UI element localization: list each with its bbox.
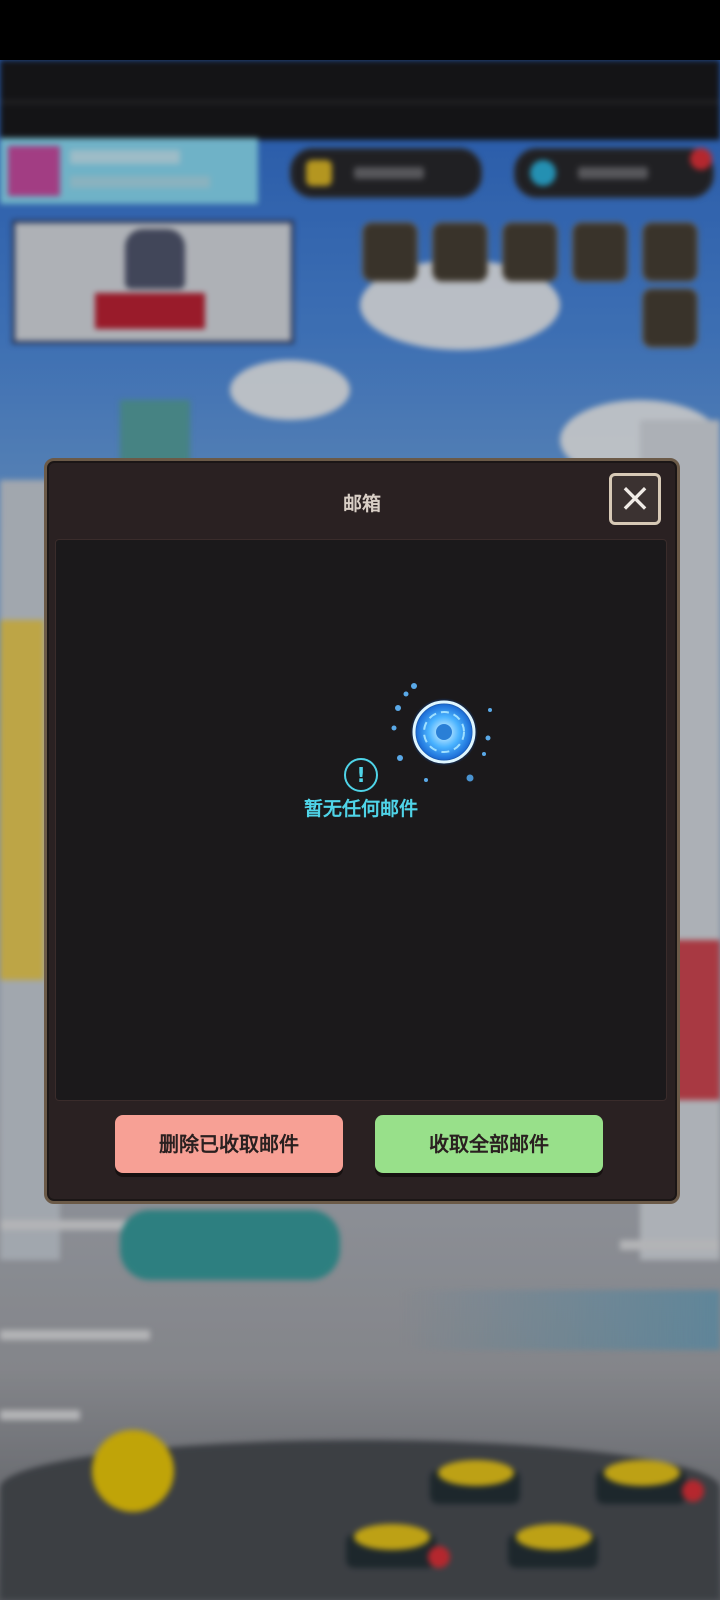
delete-read-mail-button[interactable]: 删除已收取邮件 — [115, 1115, 343, 1173]
portal-orb-effect — [391, 683, 492, 782]
mail-list-area[interactable]: ! 暂无任何邮件 — [55, 539, 667, 1101]
empty-mail-message: 暂无任何邮件 — [303, 798, 418, 820]
mailbox-dialog: 邮箱 × ! 暂无任何邮件 删除已收取邮件 收取全部邮件 — [44, 458, 680, 1204]
info-icon: ! — [344, 758, 378, 792]
collect-all-mail-button[interactable]: 收取全部邮件 — [375, 1115, 603, 1173]
close-button[interactable]: × — [609, 473, 661, 525]
dialog-title: 邮箱 — [342, 493, 381, 515]
close-icon: × — [618, 475, 652, 521]
